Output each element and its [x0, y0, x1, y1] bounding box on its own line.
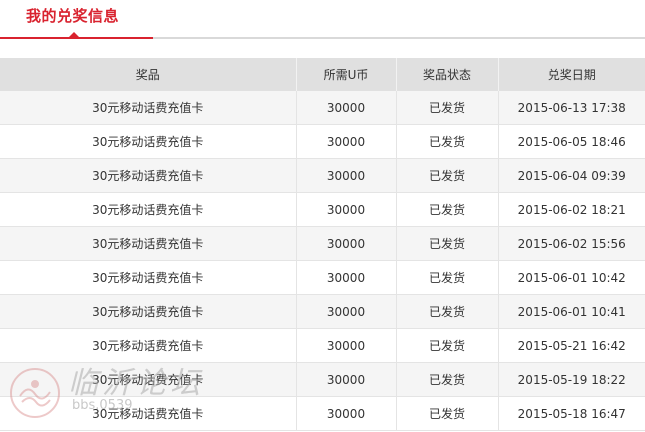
- date-cell: 2015-06-13 17:38: [498, 91, 645, 125]
- cost-cell: 30000: [296, 91, 397, 125]
- status-cell: 已发货: [396, 328, 499, 363]
- table-header-row: 奖品 所需U币 奖品状态 兑奖日期: [0, 58, 645, 91]
- active-tab-caret-icon: [69, 32, 79, 37]
- table-row: 30元移动话费充值卡 30000 已发货 2015-05-18 16:47: [0, 396, 645, 431]
- column-header-status: 奖品状态: [396, 58, 499, 91]
- status-cell: 已发货: [396, 362, 499, 397]
- column-header-cost: 所需U币: [296, 58, 397, 91]
- date-cell: 2015-06-05 18:46: [498, 124, 645, 159]
- cost-cell: 30000: [296, 158, 397, 193]
- date-cell: 2015-06-02 18:21: [498, 192, 645, 227]
- prize-cell: 30元移动话费充值卡: [0, 91, 297, 125]
- prize-cell: 30元移动话费充值卡: [0, 362, 297, 397]
- prize-cell: 30元移动话费充值卡: [0, 158, 297, 193]
- table-row: 30元移动话费充值卡 30000 已发货 2015-06-13 17:38: [0, 91, 645, 125]
- status-cell: 已发货: [396, 260, 499, 295]
- cost-cell: 30000: [296, 124, 397, 159]
- cost-cell: 30000: [296, 192, 397, 227]
- prize-cell: 30元移动话费充值卡: [0, 294, 297, 329]
- column-header-date: 兑奖日期: [498, 58, 645, 91]
- cost-cell: 30000: [296, 362, 397, 397]
- rewards-page: 我的兑奖信息 奖品 所需U币 奖品状态 兑奖日期 30元移动话费充值卡 3000…: [0, 0, 645, 432]
- prize-cell: 30元移动话费充值卡: [0, 192, 297, 227]
- table-row: 30元移动话费充值卡 30000 已发货 2015-06-01 10:42: [0, 260, 645, 295]
- status-cell: 已发货: [396, 158, 499, 193]
- table-row: 30元移动话费充值卡 30000 已发货 2015-06-05 18:46: [0, 124, 645, 159]
- status-cell: 已发货: [396, 192, 499, 227]
- status-cell: 已发货: [396, 91, 499, 125]
- status-cell: 已发货: [396, 226, 499, 261]
- date-cell: 2015-06-01 10:41: [498, 294, 645, 329]
- table-row: 30元移动话费充值卡 30000 已发货 2015-06-04 09:39: [0, 158, 645, 193]
- table-row: 30元移动话费充值卡 30000 已发货 2015-06-02 18:21: [0, 192, 645, 227]
- date-cell: 2015-05-21 16:42: [498, 328, 645, 363]
- prize-cell: 30元移动话费充值卡: [0, 124, 297, 159]
- status-cell: 已发货: [396, 396, 499, 431]
- prize-cell: 30元移动话费充值卡: [0, 226, 297, 261]
- redemption-table: 奖品 所需U币 奖品状态 兑奖日期 30元移动话费充值卡 30000 已发货 2…: [0, 58, 645, 431]
- table-row: 30元移动话费充值卡 30000 已发货 2015-06-02 15:56: [0, 226, 645, 261]
- table-row: 30元移动话费充值卡 30000 已发货 2015-05-19 18:22: [0, 362, 645, 397]
- cost-cell: 30000: [296, 226, 397, 261]
- table-row: 30元移动话费充值卡 30000 已发货 2015-05-21 16:42: [0, 328, 645, 363]
- prize-cell: 30元移动话费充值卡: [0, 328, 297, 363]
- cost-cell: 30000: [296, 328, 397, 363]
- prize-cell: 30元移动话费充值卡: [0, 396, 297, 431]
- status-cell: 已发货: [396, 124, 499, 159]
- table-row: 30元移动话费充值卡 30000 已发货 2015-06-01 10:41: [0, 294, 645, 329]
- date-cell: 2015-05-18 16:47: [498, 396, 645, 431]
- date-cell: 2015-06-02 15:56: [498, 226, 645, 261]
- page-header: 我的兑奖信息: [0, 0, 645, 39]
- date-cell: 2015-05-19 18:22: [498, 362, 645, 397]
- active-tab-underline: [0, 37, 153, 39]
- status-cell: 已发货: [396, 294, 499, 329]
- cost-cell: 30000: [296, 260, 397, 295]
- cost-cell: 30000: [296, 396, 397, 431]
- date-cell: 2015-06-01 10:42: [498, 260, 645, 295]
- page-title: 我的兑奖信息: [26, 7, 120, 25]
- date-cell: 2015-06-04 09:39: [498, 158, 645, 193]
- column-header-prize: 奖品: [0, 58, 297, 91]
- prize-cell: 30元移动话费充值卡: [0, 260, 297, 295]
- cost-cell: 30000: [296, 294, 397, 329]
